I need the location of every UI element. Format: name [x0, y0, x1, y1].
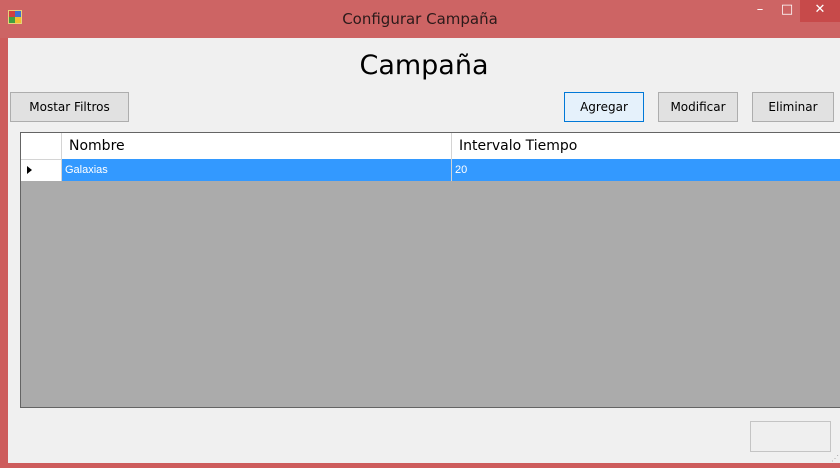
title-bar[interactable]: Configurar Campaña – □ ✕ [0, 0, 840, 38]
minimize-button[interactable]: – [746, 0, 774, 22]
cell-intervalo[interactable]: 20 [452, 159, 840, 181]
modify-button[interactable]: Modificar [658, 92, 738, 122]
current-row-arrow-icon [27, 166, 32, 174]
page-title: Campaña [359, 50, 489, 81]
window-title: Configurar Campaña [342, 10, 498, 28]
cell-nombre[interactable]: Galaxias [62, 159, 452, 181]
footer-action-button[interactable] [750, 421, 831, 452]
form-client-area: Campaña Mostar Filtros Agregar Modificar… [8, 38, 840, 463]
close-button[interactable]: ✕ [800, 0, 840, 22]
grid-header: Nombre Intervalo Tiempo [21, 133, 840, 159]
row-selector[interactable] [21, 159, 62, 181]
add-button[interactable]: Agregar [564, 92, 644, 122]
column-header-nombre[interactable]: Nombre [62, 133, 452, 159]
grid-corner-cell[interactable] [21, 133, 62, 159]
show-filters-button[interactable]: Mostar Filtros [10, 92, 129, 122]
column-header-intervalo[interactable]: Intervalo Tiempo [452, 133, 840, 159]
delete-button[interactable]: Eliminar [752, 92, 834, 122]
resize-grip-icon[interactable]: ⋰ [831, 454, 839, 463]
maximize-button[interactable]: □ [774, 0, 800, 22]
table-row[interactable]: Galaxias 20 [21, 159, 840, 181]
app-window: Configurar Campaña – □ ✕ Campaña Mostar … [0, 0, 840, 468]
campaign-grid[interactable]: Nombre Intervalo Tiempo Galaxias 20 [20, 132, 840, 408]
